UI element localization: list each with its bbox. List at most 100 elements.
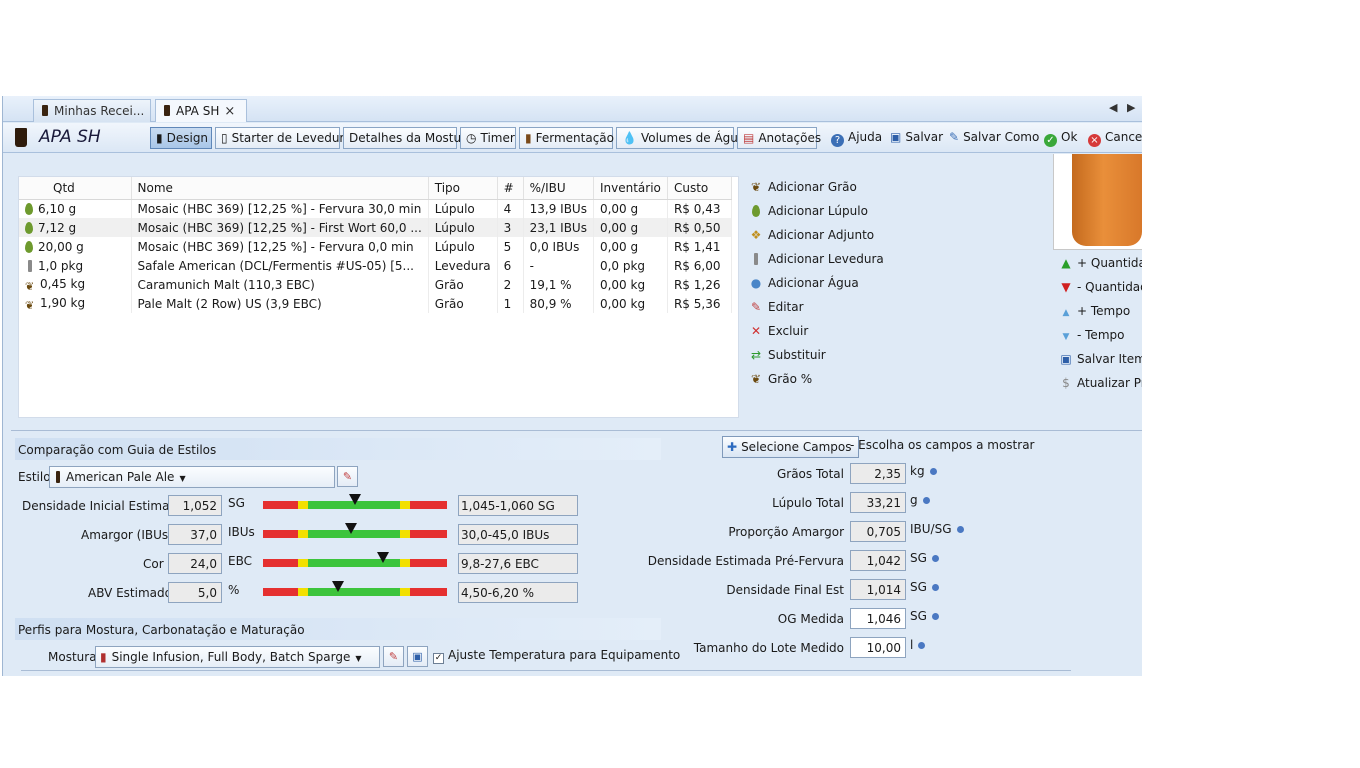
bitterness-ratio-label: Proporção Amargor (728, 525, 844, 539)
update-price-button[interactable]: $Atualizar Pre (1058, 376, 1142, 400)
beer-color-image (1053, 154, 1142, 250)
edit-mash-button[interactable]: ✎ (383, 646, 404, 667)
grain-icon: ❦ (25, 279, 35, 293)
measured-og-input[interactable]: 1,046 (850, 608, 906, 629)
grain-icon: ❦ (750, 180, 762, 194)
substitute-button[interactable]: ⇄ Substituir (748, 348, 878, 372)
mash-profile-select[interactable]: ▮ Single Infusion, Full Body, Batch Sparg… (95, 646, 380, 668)
recipe-toolbar: APA SH ▮ Design ▯ Starter de Levedura Deta… (3, 123, 1142, 153)
floppy-disk-icon: ▣ (890, 130, 902, 144)
app-window: Minhas Recei... APA SH × ◀ ▶ APA SH ▮ Desi… (2, 96, 1142, 676)
og-estimated-label: Densidade Inicial Estimada (22, 499, 185, 513)
style-label: Estilo (18, 470, 51, 484)
table-row[interactable]: 1,0 pkg Safale American (DCL/Fermentis #… (19, 256, 732, 275)
col-custo[interactable]: Custo (667, 177, 732, 200)
og-range: 1,045-1,060 SG (458, 495, 578, 516)
water-volumes-button[interactable]: 💧 Volumes de Água (616, 127, 745, 149)
floppy-disk-icon: ▣ (412, 650, 423, 663)
ok-link[interactable]: ✓ Ok (1044, 130, 1077, 147)
beer-mug-icon (15, 128, 27, 147)
grain-percent-button[interactable]: ❦ Grão % (748, 372, 878, 396)
info-dot-icon (931, 555, 939, 562)
mash-details-button[interactable]: Detalhes da Mostura (343, 127, 473, 149)
save-link[interactable]: ▣ Salvar (890, 130, 943, 144)
save-item-button[interactable]: ▣ Salvar Item (1058, 352, 1142, 376)
table-row[interactable]: 6,10 g Mosaic (HBC 369) [12,25 %] - Ferv… (19, 199, 732, 218)
og-estimated-value: 1,052 (168, 495, 222, 516)
hop-icon (25, 221, 33, 234)
chevron-down-icon: ▼ (179, 474, 186, 483)
measured-batch-size-input[interactable]: 10,00 (850, 637, 906, 658)
help-link[interactable]: ? Ajuda (831, 130, 882, 147)
col-inventario[interactable]: Inventário (593, 177, 668, 200)
adjust-temp-checkbox[interactable]: ✓ Ajuste Temperatura para Equipamento (433, 648, 680, 664)
grain-icon: ❦ (750, 372, 762, 386)
ibu-gauge (263, 523, 447, 538)
close-icon[interactable]: × (224, 104, 235, 119)
pre-boil-gravity-value: 1,042 (850, 550, 906, 571)
col-tipo[interactable]: Tipo (428, 177, 498, 200)
edit-style-button[interactable]: ✎ (337, 466, 358, 487)
table-row[interactable]: 20,00 g Mosaic (HBC 369) [12,25 %] - Fer… (19, 237, 732, 256)
cancel-link[interactable]: × Cancel (1088, 130, 1142, 147)
add-adjunct-button[interactable]: ❖ Adicionar Adjunto (748, 228, 878, 252)
chevron-left-icon[interactable]: ◀ (1109, 101, 1117, 114)
tab-label: Minhas Recei... (54, 104, 145, 118)
table-row[interactable]: ❦ 1,90 kg Pale Malt (2 Row) US (3,9 EBC) … (19, 294, 732, 313)
col-pct-ibu[interactable]: %/IBU (523, 177, 594, 200)
save-mash-button[interactable]: ▣ (407, 646, 428, 667)
decrease-quantity-button[interactable]: ▼ - Quantidad (1058, 280, 1142, 304)
save-as-link[interactable]: ✎ Salvar Como (949, 130, 1039, 144)
color-label: Cor (143, 557, 164, 571)
select-fields-button[interactable]: ✚ Selecione Campos (722, 436, 859, 458)
abv-gauge (263, 581, 447, 596)
add-hop-button[interactable]: Adicionar Lúpulo (748, 204, 878, 228)
add-water-button[interactable]: ● Adicionar Água (748, 276, 878, 300)
col-nome[interactable]: Nome (131, 177, 429, 200)
total-grains-value: 2,35 (850, 463, 906, 484)
chevron-right-icon[interactable]: ▶ (1127, 101, 1135, 114)
help-icon: ? (831, 134, 844, 147)
style-select[interactable]: American Pale Ale ▼ (49, 466, 335, 488)
beer-mug-icon: ▮ (156, 131, 163, 145)
timer-button[interactable]: ◷ Timer (460, 127, 516, 149)
color-gauge (263, 552, 447, 567)
tab-my-recipes[interactable]: Minhas Recei... (33, 99, 151, 122)
design-button[interactable]: ▮ Design (150, 127, 212, 149)
notes-button[interactable]: ▤ Anotações (737, 127, 821, 149)
info-dot-icon (929, 468, 937, 475)
yeast-starter-button[interactable]: ▯ Starter de Levedura (215, 127, 352, 149)
hidden-header-strip (3, 154, 1142, 160)
ibu-unit: IBUs (228, 525, 255, 539)
yeast-vial-icon (748, 252, 764, 266)
add-grain-button[interactable]: ❦ Adicionar Grão (748, 180, 878, 204)
table-row[interactable]: ❦ 0,45 kg Caramunich Malt (110,3 EBC) Grã… (19, 275, 732, 294)
info-dot-icon (931, 613, 939, 620)
quantity-actions: ▲+ Quantidad ▼- Quantidad ▲+ Tempo ▼- Te… (1058, 256, 1142, 400)
col-qtd[interactable]: Qtd (19, 177, 132, 200)
beer-mug-icon (42, 105, 48, 116)
bitterness-ratio-value: 0,705 (850, 521, 906, 542)
select-fields-hint: - Escolha os campos a mostrar (850, 438, 1035, 452)
tab-recipe[interactable]: APA SH × (155, 99, 247, 122)
increase-quantity-button[interactable]: ▲+ Quantidad (1058, 256, 1142, 280)
col-num[interactable]: # (497, 177, 524, 200)
decrease-time-button[interactable]: ▼ - Tempo (1058, 328, 1142, 352)
total-hops-unit: g (910, 493, 930, 507)
abv-value: 5,0 (168, 582, 222, 603)
edit-button[interactable]: ✎ Editar (748, 300, 878, 324)
barrel-icon: ▮ (525, 131, 532, 145)
ingredients-panel: Qtd Nome Tipo # %/IBU Inventário Custo 6… (18, 176, 739, 418)
delete-button[interactable]: ✕ Excluir (748, 324, 878, 348)
table-header-row: Qtd Nome Tipo # %/IBU Inventário Custo (19, 177, 732, 200)
yeast-vial-icon (28, 259, 32, 272)
dollar-icon: $ (1062, 376, 1070, 390)
checkbox-checked-icon: ✓ (433, 653, 444, 664)
fermentation-button[interactable]: ▮ Fermentação (519, 127, 614, 149)
table-row[interactable]: 7,12 g Mosaic (HBC 369) [12,25 %] - Firs… (19, 218, 732, 237)
increase-time-button[interactable]: ▲ + Tempo (1058, 304, 1142, 328)
style-guide-header: Comparação com Guia de Estilos (15, 438, 661, 460)
small-arrow-down-icon: ▼ (1062, 332, 1070, 342)
og-marker (349, 494, 361, 505)
add-yeast-button[interactable]: Adicionar Levedura (748, 252, 884, 276)
